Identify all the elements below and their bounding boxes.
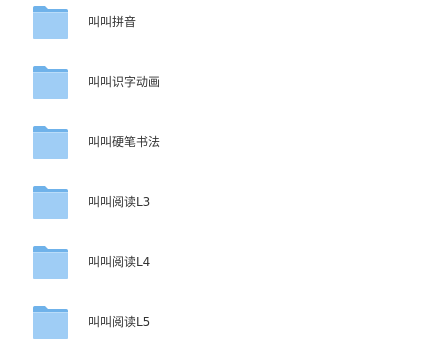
folder-name: 叫叫硬笔书法 [88,135,161,149]
folder-item[interactable]: 叫叫阅读L3 [0,184,444,224]
folder-item[interactable]: 叫叫拼音 [0,4,444,44]
folder-icon [32,5,69,40]
folder-icon [32,125,69,160]
folder-icon [32,305,69,340]
folder-icon [32,245,69,280]
folder-name: 叫叫阅读L3 [88,195,151,209]
folder-name: 叫叫识字动画 [88,75,161,89]
folder-item[interactable]: 叫叫硬笔书法 [0,124,444,164]
folder-item[interactable]: 叫叫阅读L4 [0,244,444,284]
folder-name: 叫叫拼音 [88,15,137,29]
folder-name: 叫叫阅读L4 [88,255,151,269]
folder-item[interactable]: 叫叫阅读L5 [0,304,444,344]
folder-name: 叫叫阅读L5 [88,315,151,329]
folder-item[interactable]: 叫叫识字动画 [0,64,444,104]
folder-list: 叫叫拼音 叫叫识字动画 叫叫硬笔书法 叫叫阅读L3 叫叫阅读L4 叫叫阅读L5 [0,0,444,341]
folder-icon [32,65,69,100]
folder-icon [32,185,69,220]
